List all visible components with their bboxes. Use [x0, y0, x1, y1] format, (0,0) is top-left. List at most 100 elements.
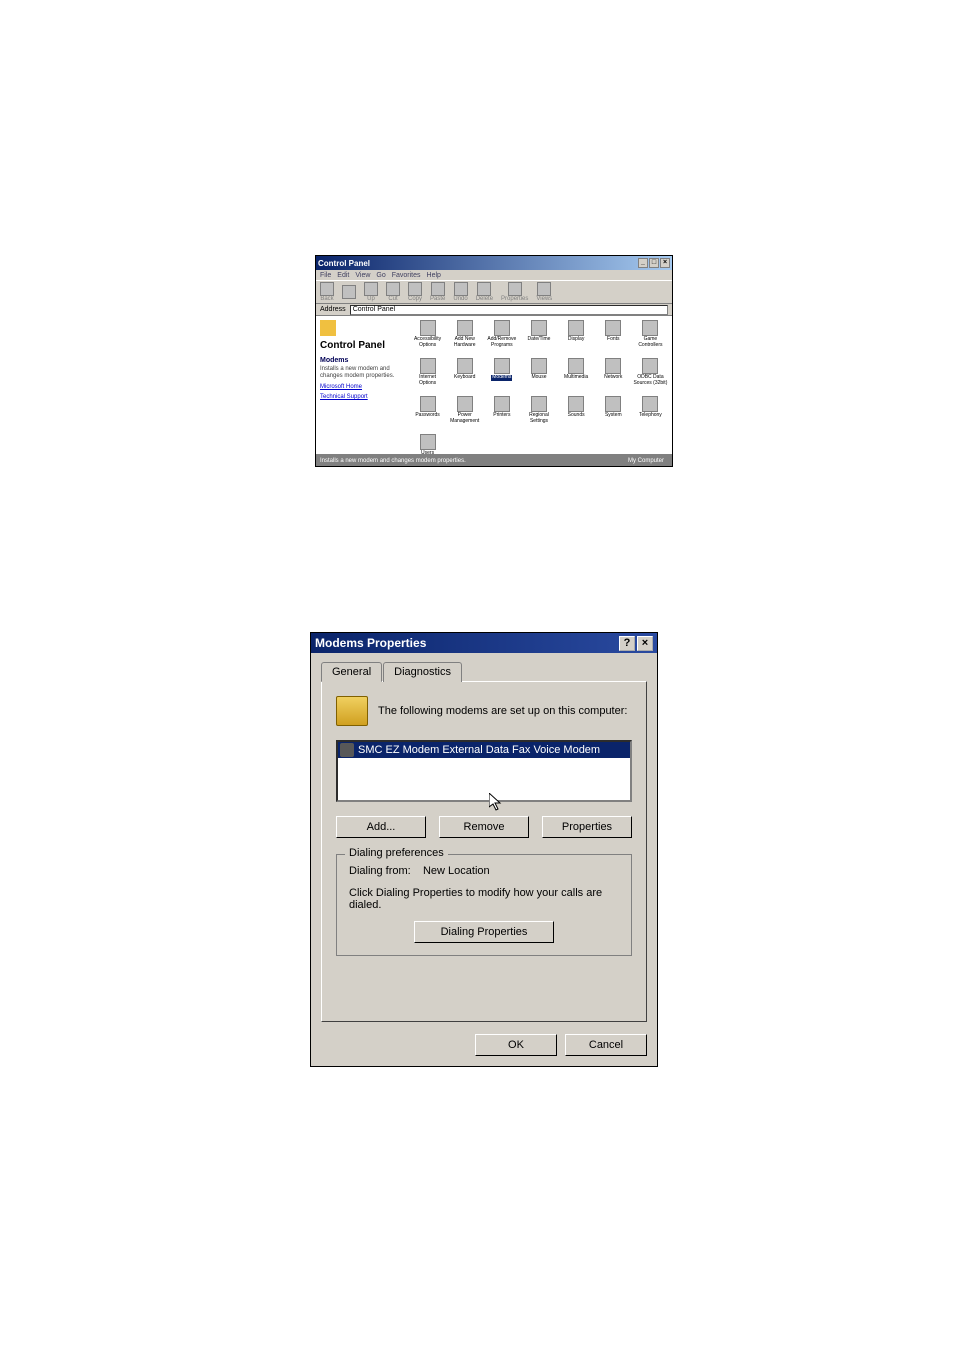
- cp-item-telephony[interactable]: Telephony: [633, 396, 668, 432]
- cp-item-passwords[interactable]: Passwords: [410, 396, 445, 432]
- passwords-icon: [420, 396, 436, 412]
- modem-listbox[interactable]: SMC EZ Modem External Data Fax Voice Mod…: [336, 740, 632, 802]
- info-text: The following modems are set up on this …: [378, 705, 627, 717]
- add-new-hardware-icon: [457, 320, 473, 336]
- link-ms-home[interactable]: Microsoft Home: [320, 384, 402, 390]
- dialing-from-label: Dialing from:: [349, 865, 411, 877]
- menu-go[interactable]: Go: [376, 272, 385, 279]
- tab-diagnostics[interactable]: Diagnostics: [383, 662, 462, 682]
- menu-favorites[interactable]: Favorites: [392, 272, 421, 279]
- cp-item-modems[interactable]: Modems: [484, 358, 519, 394]
- cp-item-printers[interactable]: Printers: [484, 396, 519, 432]
- sounds-icon: [568, 396, 584, 412]
- menu-view[interactable]: View: [355, 272, 370, 279]
- cp-item-label: Add/Remove Programs: [484, 337, 519, 348]
- tb-up[interactable]: Up: [364, 282, 378, 302]
- remove-button[interactable]: Remove: [439, 816, 529, 838]
- tb-undo[interactable]: Undo: [453, 282, 467, 302]
- add-button[interactable]: Add...: [336, 816, 426, 838]
- printers-icon: [494, 396, 510, 412]
- help-button[interactable]: ?: [619, 636, 635, 651]
- tb-views[interactable]: Views: [536, 282, 552, 302]
- menu-help[interactable]: Help: [427, 272, 441, 279]
- cp-item-add-remove-programs[interactable]: Add/Remove Programs: [484, 320, 519, 356]
- cp-item-label: Mouse: [531, 375, 546, 381]
- keyboard-icon: [457, 358, 473, 374]
- cp-item-system[interactable]: System: [596, 396, 631, 432]
- mouse-icon: [531, 358, 547, 374]
- cp-item-sounds[interactable]: Sounds: [559, 396, 594, 432]
- tb-forward[interactable]: [342, 285, 356, 299]
- menu-edit[interactable]: Edit: [337, 272, 349, 279]
- tb-cut[interactable]: Cut: [386, 282, 400, 302]
- cp-item-label: Fonts: [607, 337, 620, 343]
- cp-item-label: Telephony: [639, 413, 662, 419]
- close-button[interactable]: ×: [660, 258, 670, 268]
- system-icon: [605, 396, 621, 412]
- modems-icon: [494, 358, 510, 374]
- address-field[interactable]: Control Panel: [350, 305, 668, 315]
- cp-item-display[interactable]: Display: [559, 320, 594, 356]
- cp-body: Control Panel Modems Installs a new mode…: [316, 316, 672, 454]
- cp-item-accessibility-options[interactable]: Accessibility Options: [410, 320, 445, 356]
- cp-item-label: Power Management: [447, 413, 482, 424]
- cp-item-keyboard[interactable]: Keyboard: [447, 358, 482, 394]
- dlg-title: Modems Properties: [315, 636, 617, 650]
- cp-item-multimedia[interactable]: Multimedia: [559, 358, 594, 394]
- cp-item-label: Regional Settings: [521, 413, 556, 424]
- dialing-properties-button[interactable]: Dialing Properties: [414, 921, 554, 943]
- close-button[interactable]: ×: [637, 636, 653, 651]
- cp-statusbar: Installs a new modem and changes modem p…: [316, 454, 672, 466]
- telephony-icon: [642, 396, 658, 412]
- cp-item-add-new-hardware[interactable]: Add New Hardware: [447, 320, 482, 356]
- tb-delete[interactable]: Delete: [476, 282, 493, 302]
- cp-item-game-controllers[interactable]: Game Controllers: [633, 320, 668, 356]
- network-icon: [605, 358, 621, 374]
- side-description: Installs a new modem and changes modem p…: [320, 366, 402, 380]
- paste-icon: [431, 282, 445, 296]
- odbc-data-sources-32bit--icon: [642, 358, 658, 374]
- list-item[interactable]: SMC EZ Modem External Data Fax Voice Mod…: [338, 742, 630, 758]
- dlg-titlebar: Modems Properties ? ×: [311, 633, 657, 653]
- ok-button[interactable]: OK: [475, 1034, 557, 1056]
- cp-item-network[interactable]: Network: [596, 358, 631, 394]
- cp-item-regional-settings[interactable]: Regional Settings: [521, 396, 556, 432]
- game-controllers-icon: [642, 320, 658, 336]
- cp-item-odbc-data-sources-32bit-[interactable]: ODBC Data Sources (32bit): [633, 358, 668, 394]
- cp-item-users[interactable]: Users: [410, 434, 445, 454]
- button-row: Add... Remove Properties: [336, 816, 632, 838]
- tb-paste[interactable]: Paste: [430, 282, 445, 302]
- cp-item-power-management[interactable]: Power Management: [447, 396, 482, 432]
- dlg-footer: OK Cancel: [311, 1026, 657, 1066]
- cp-item-label: Modems: [491, 375, 512, 381]
- cp-item-label: Passwords: [415, 413, 439, 419]
- tab-general[interactable]: General: [321, 662, 382, 682]
- list-item-label: SMC EZ Modem External Data Fax Voice Mod…: [358, 744, 600, 756]
- properties-icon: [508, 282, 522, 296]
- cancel-button[interactable]: Cancel: [565, 1034, 647, 1056]
- cp-item-date-time[interactable]: Date/Time: [521, 320, 556, 356]
- cp-item-label: System: [605, 413, 622, 419]
- add-remove-programs-icon: [494, 320, 510, 336]
- cp-addressbar: Address Control Panel: [316, 304, 672, 316]
- tb-copy[interactable]: Copy: [408, 282, 422, 302]
- modem-properties-button[interactable]: Properties: [542, 816, 632, 838]
- cp-item-internet-options[interactable]: Internet Options: [410, 358, 445, 394]
- power-management-icon: [457, 396, 473, 412]
- minimize-button[interactable]: _: [638, 258, 648, 268]
- menu-file[interactable]: File: [320, 272, 331, 279]
- cp-item-label: Sounds: [568, 413, 585, 419]
- cp-item-label: Keyboard: [454, 375, 475, 381]
- link-tech-support[interactable]: Technical Support: [320, 394, 402, 400]
- maximize-button[interactable]: □: [649, 258, 659, 268]
- cut-icon: [386, 282, 400, 296]
- cp-item-mouse[interactable]: Mouse: [521, 358, 556, 394]
- cp-item-label: Accessibility Options: [410, 337, 445, 348]
- cp-item-fonts[interactable]: Fonts: [596, 320, 631, 356]
- dialing-props-row: Dialing Properties: [349, 921, 619, 943]
- tb-back[interactable]: Back: [320, 282, 334, 302]
- dlg-body: General Diagnostics The following modems…: [311, 653, 657, 1026]
- cp-item-label: Add New Hardware: [447, 337, 482, 348]
- tb-properties[interactable]: Properties: [501, 282, 528, 302]
- users-icon: [420, 434, 436, 450]
